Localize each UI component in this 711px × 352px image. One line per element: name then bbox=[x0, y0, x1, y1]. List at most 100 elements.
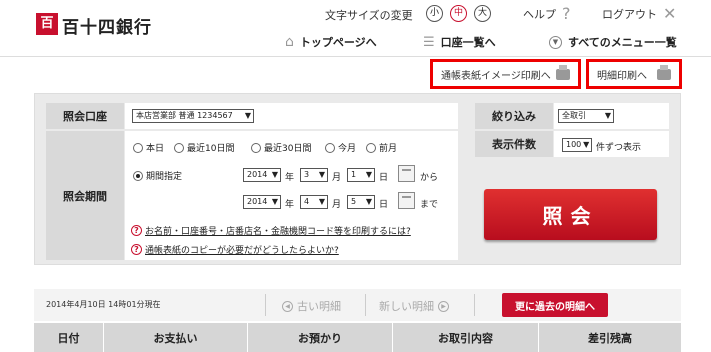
period-option-label: 前月 bbox=[379, 144, 398, 154]
nav-top-label: トップページへ bbox=[299, 36, 377, 49]
chevron-down-icon: ▼ bbox=[271, 197, 279, 206]
unit-month: 月 bbox=[332, 200, 342, 210]
older-page-link[interactable]: ◀ 古い明細 bbox=[282, 298, 341, 314]
help-label: ヘルプ bbox=[523, 7, 556, 21]
radio-button bbox=[366, 142, 376, 153]
period-option-label: 期間指定 bbox=[146, 172, 183, 182]
calendar-icon[interactable] bbox=[398, 192, 415, 209]
text-size-large-button[interactable]: 大 bbox=[474, 5, 491, 22]
text-size-label: 文字サイズの変更 bbox=[325, 9, 413, 22]
passbook-print-button[interactable]: 通帳表紙イメージ印刷へ bbox=[430, 59, 581, 89]
chevron-down-icon: ▼ bbox=[365, 170, 373, 179]
question-icon: ? bbox=[562, 4, 571, 23]
help-passbook-copy-label: 通帳表紙のコピーが必要だがどうしたらよいか? bbox=[145, 246, 339, 256]
chevron-down-icon: ▼ bbox=[318, 170, 326, 179]
unit-year: 年 bbox=[285, 173, 295, 183]
close-icon: ✕ bbox=[663, 4, 677, 23]
nav-menu-link[interactable]: ▼ すべてのメニュー一覧 bbox=[549, 34, 677, 50]
chevron-down-icon: ▼ bbox=[271, 170, 279, 179]
statement-table-header: 日付 お支払い お預かり お取引内容 差引残高 bbox=[34, 323, 681, 352]
account-select[interactable]: 本店営業部 普通 1234567 ▼ bbox=[132, 109, 254, 123]
from-month-select[interactable]: 3 ▼ bbox=[300, 168, 328, 182]
chevron-down-icon: ▼ bbox=[604, 111, 612, 120]
chevron-down-icon: ▼ bbox=[549, 35, 562, 49]
chevron-down-icon: ▼ bbox=[583, 140, 590, 149]
bank-logo-mark: 百 bbox=[36, 13, 58, 35]
text-size-medium-button[interactable]: 中 bbox=[450, 5, 467, 22]
period-option-label: 今月 bbox=[338, 144, 357, 154]
divider bbox=[365, 294, 366, 316]
chevron-right-icon: ▶ bbox=[438, 300, 449, 312]
radio-button-selected bbox=[133, 170, 143, 181]
to-suffix: まで bbox=[420, 200, 439, 210]
count-select-value: 100 bbox=[566, 140, 582, 149]
nav-menu-label: すべてのメニュー一覧 bbox=[568, 36, 677, 49]
chevron-down-icon: ▼ bbox=[318, 197, 326, 206]
account-select-value: 本店営業部 普通 1234567 bbox=[136, 111, 233, 120]
unit-day: 日 bbox=[379, 200, 389, 210]
from-month-value: 3 bbox=[304, 170, 310, 179]
to-month-select[interactable]: 4 ▼ bbox=[300, 195, 328, 209]
radio-button bbox=[325, 142, 335, 153]
to-year-value: 2014 bbox=[247, 197, 268, 206]
period-option-10days[interactable]: 最近10日間 bbox=[174, 141, 234, 154]
nav-accounts-link[interactable]: ☰ 口座一覧へ bbox=[423, 34, 496, 50]
filter-select[interactable]: 全取引 ▼ bbox=[558, 109, 614, 123]
column-header: お預かり bbox=[248, 323, 393, 352]
unit-year: 年 bbox=[285, 200, 295, 210]
past-statements-button[interactable]: 更に過去の明細へ bbox=[502, 293, 608, 317]
divider bbox=[474, 294, 475, 316]
help-link[interactable]: ヘルプ ? bbox=[523, 4, 571, 23]
column-header: 日付 bbox=[34, 323, 104, 352]
column-header: お支払い bbox=[104, 323, 248, 352]
logout-label: ログアウト bbox=[602, 7, 657, 21]
question-icon: ? bbox=[131, 244, 142, 255]
chevron-down-icon: ▼ bbox=[244, 111, 252, 120]
filter-label: 絞り込み bbox=[475, 103, 553, 129]
radio-button bbox=[251, 142, 261, 153]
radio-button bbox=[133, 142, 143, 153]
nav-top-link[interactable]: ⌂ トップページへ bbox=[285, 34, 377, 50]
column-header: お取引内容 bbox=[393, 323, 539, 352]
period-option-today[interactable]: 本日 bbox=[133, 141, 164, 154]
calendar-icon[interactable] bbox=[398, 165, 415, 182]
statement-print-button[interactable]: 明細印刷へ bbox=[586, 59, 682, 89]
bank-name: 百十四銀行 bbox=[62, 18, 152, 38]
period-option-lastmonth[interactable]: 前月 bbox=[366, 141, 397, 154]
filter-select-value: 全取引 bbox=[562, 111, 586, 120]
divider bbox=[265, 294, 266, 316]
newer-page-link[interactable]: 新しい明細 ▶ bbox=[379, 298, 449, 314]
search-button[interactable]: 照会 bbox=[484, 189, 657, 240]
count-select[interactable]: 100 ▼ bbox=[562, 138, 592, 152]
count-suffix: 件ずつ表示 bbox=[596, 143, 642, 153]
passbook-print-label: 通帳表紙イメージ印刷へ bbox=[441, 70, 551, 82]
help-print-info-link[interactable]: ? お名前・口座番号・店番店名・金融機関コード等を印刷するには? bbox=[131, 224, 411, 237]
from-year-select[interactable]: 2014 ▼ bbox=[243, 168, 281, 182]
home-icon: ⌂ bbox=[285, 34, 294, 50]
to-year-select[interactable]: 2014 ▼ bbox=[243, 195, 281, 209]
period-option-specify[interactable]: 期間指定 bbox=[133, 169, 182, 182]
printer-icon bbox=[657, 64, 671, 80]
unit-day: 日 bbox=[379, 173, 389, 183]
from-suffix: から bbox=[420, 173, 439, 183]
to-day-select[interactable]: 5 ▼ bbox=[347, 195, 375, 209]
account-label: 照会口座 bbox=[46, 103, 124, 129]
period-option-30days[interactable]: 最近30日間 bbox=[251, 141, 311, 154]
text-size-small-button[interactable]: 小 bbox=[426, 5, 443, 22]
period-option-thismonth[interactable]: 今月 bbox=[325, 141, 356, 154]
nav-accounts-label: 口座一覧へ bbox=[440, 36, 496, 49]
from-year-value: 2014 bbox=[247, 170, 268, 179]
unit-month: 月 bbox=[332, 173, 342, 183]
printer-icon bbox=[556, 64, 570, 80]
logout-link[interactable]: ログアウト ✕ bbox=[602, 4, 676, 23]
chevron-down-icon: ▼ bbox=[365, 197, 373, 206]
newer-page-label: 新しい明細 bbox=[379, 300, 434, 313]
period-option-label: 最近30日間 bbox=[264, 144, 312, 154]
period-label: 照会期間 bbox=[46, 131, 124, 260]
help-passbook-copy-link[interactable]: ? 通帳表紙のコピーが必要だがどうしたらよいか? bbox=[131, 243, 339, 256]
from-day-select[interactable]: 1 ▼ bbox=[347, 168, 375, 182]
older-page-label: 古い明細 bbox=[297, 300, 341, 313]
period-option-label: 最近10日間 bbox=[187, 144, 235, 154]
help-print-info-label: お名前・口座番号・店番店名・金融機関コード等を印刷するには? bbox=[145, 227, 411, 237]
to-day-value: 5 bbox=[351, 197, 357, 206]
